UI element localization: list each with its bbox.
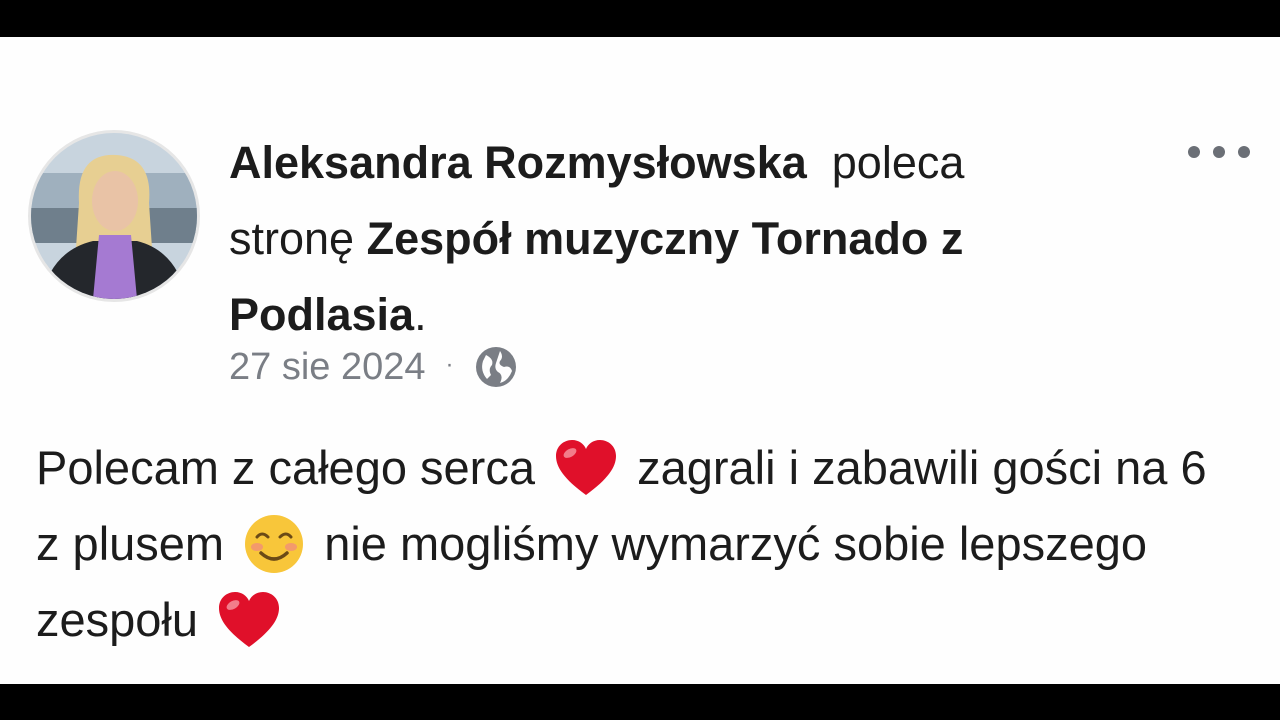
avatar-photo bbox=[31, 133, 197, 299]
globe-icon[interactable] bbox=[474, 345, 518, 389]
more-options-button[interactable] bbox=[1188, 142, 1250, 160]
action-text: poleca bbox=[831, 137, 965, 188]
post-header: Aleksandra Rozmysłowska poleca stronę Ze… bbox=[229, 125, 1159, 353]
meta-separator: · bbox=[445, 351, 454, 378]
author-avatar[interactable] bbox=[31, 133, 197, 299]
post-date[interactable]: 27 sie 2024 bbox=[229, 346, 426, 389]
page-prefix: stronę bbox=[229, 213, 355, 264]
author-name[interactable]: Aleksandra Rozmysłowska bbox=[229, 137, 807, 188]
smiling-face-emoji-icon bbox=[245, 514, 304, 573]
page-suffix: . bbox=[414, 289, 427, 340]
post-body: Polecam z całego serca zagrali i zabawil… bbox=[36, 430, 1236, 658]
post-meta: 27 sie 2024 · bbox=[229, 345, 518, 389]
more-options-icon-dot bbox=[1238, 146, 1250, 158]
red-heart-emoji-icon bbox=[556, 439, 617, 495]
more-options-icon-dot bbox=[1213, 146, 1225, 158]
body-text-part1: Polecam z całego serca bbox=[36, 441, 535, 494]
post-card: Aleksandra Rozmysłowska poleca stronę Ze… bbox=[0, 37, 1280, 684]
red-heart-emoji-icon bbox=[219, 591, 280, 647]
more-options-icon bbox=[1188, 146, 1200, 158]
